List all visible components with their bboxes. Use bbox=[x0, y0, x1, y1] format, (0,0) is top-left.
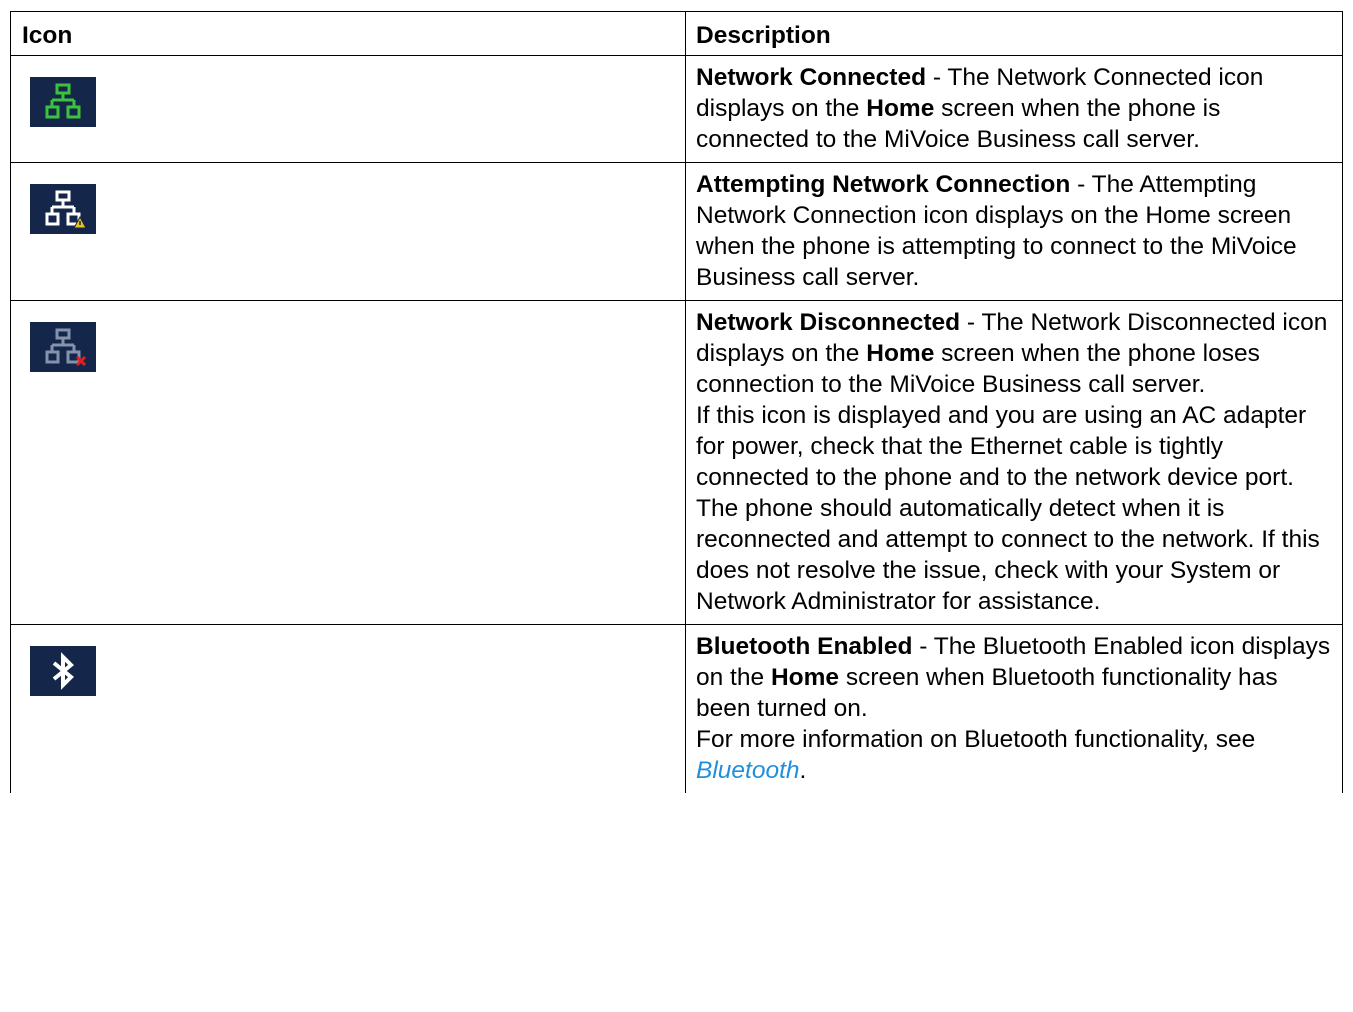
icon-cell bbox=[10, 55, 686, 163]
icon-cell bbox=[10, 162, 686, 301]
item-title: Network Disconnected bbox=[696, 309, 961, 336]
icon-cell bbox=[10, 624, 686, 793]
icon-description-table: Icon Description Network Connected - The… bbox=[10, 11, 1343, 793]
home-emphasis: Home bbox=[770, 664, 840, 691]
icon-cell bbox=[10, 300, 686, 625]
table-row: Network Disconnected - The Network Disco… bbox=[10, 300, 1343, 625]
description-cell: Attempting Network Connection - The Atte… bbox=[685, 162, 1343, 301]
item-title: Network Connected bbox=[696, 64, 927, 91]
bluetooth-link[interactable]: Bluetooth bbox=[696, 757, 800, 784]
attempting-network-connection-icon bbox=[30, 184, 96, 234]
description-cell: Bluetooth Enabled - The Bluetooth Enable… bbox=[685, 624, 1343, 793]
troubleshooting-text: If this icon is displayed and you are us… bbox=[696, 402, 1320, 615]
home-emphasis: Home bbox=[866, 340, 935, 367]
column-header-icon: Icon bbox=[10, 11, 686, 56]
network-connected-icon bbox=[30, 77, 96, 127]
table-row: Attempting Network Connection - The Atte… bbox=[10, 162, 1343, 301]
table-row: Network Connected - The Network Connecte… bbox=[10, 55, 1343, 163]
network-disconnected-icon bbox=[30, 322, 96, 372]
column-header-description: Description bbox=[685, 11, 1343, 56]
bluetooth-enabled-icon bbox=[30, 646, 96, 696]
item-title: Attempting Network Connection bbox=[696, 171, 1071, 198]
table-header-row: Icon Description bbox=[10, 11, 1343, 56]
description-cell: Network Disconnected - The Network Disco… bbox=[685, 300, 1343, 625]
item-title: Bluetooth Enabled bbox=[696, 633, 913, 660]
description-cell: Network Connected - The Network Connecte… bbox=[685, 55, 1343, 163]
home-emphasis: Home bbox=[866, 95, 935, 122]
table-row: Bluetooth Enabled - The Bluetooth Enable… bbox=[10, 624, 1343, 793]
